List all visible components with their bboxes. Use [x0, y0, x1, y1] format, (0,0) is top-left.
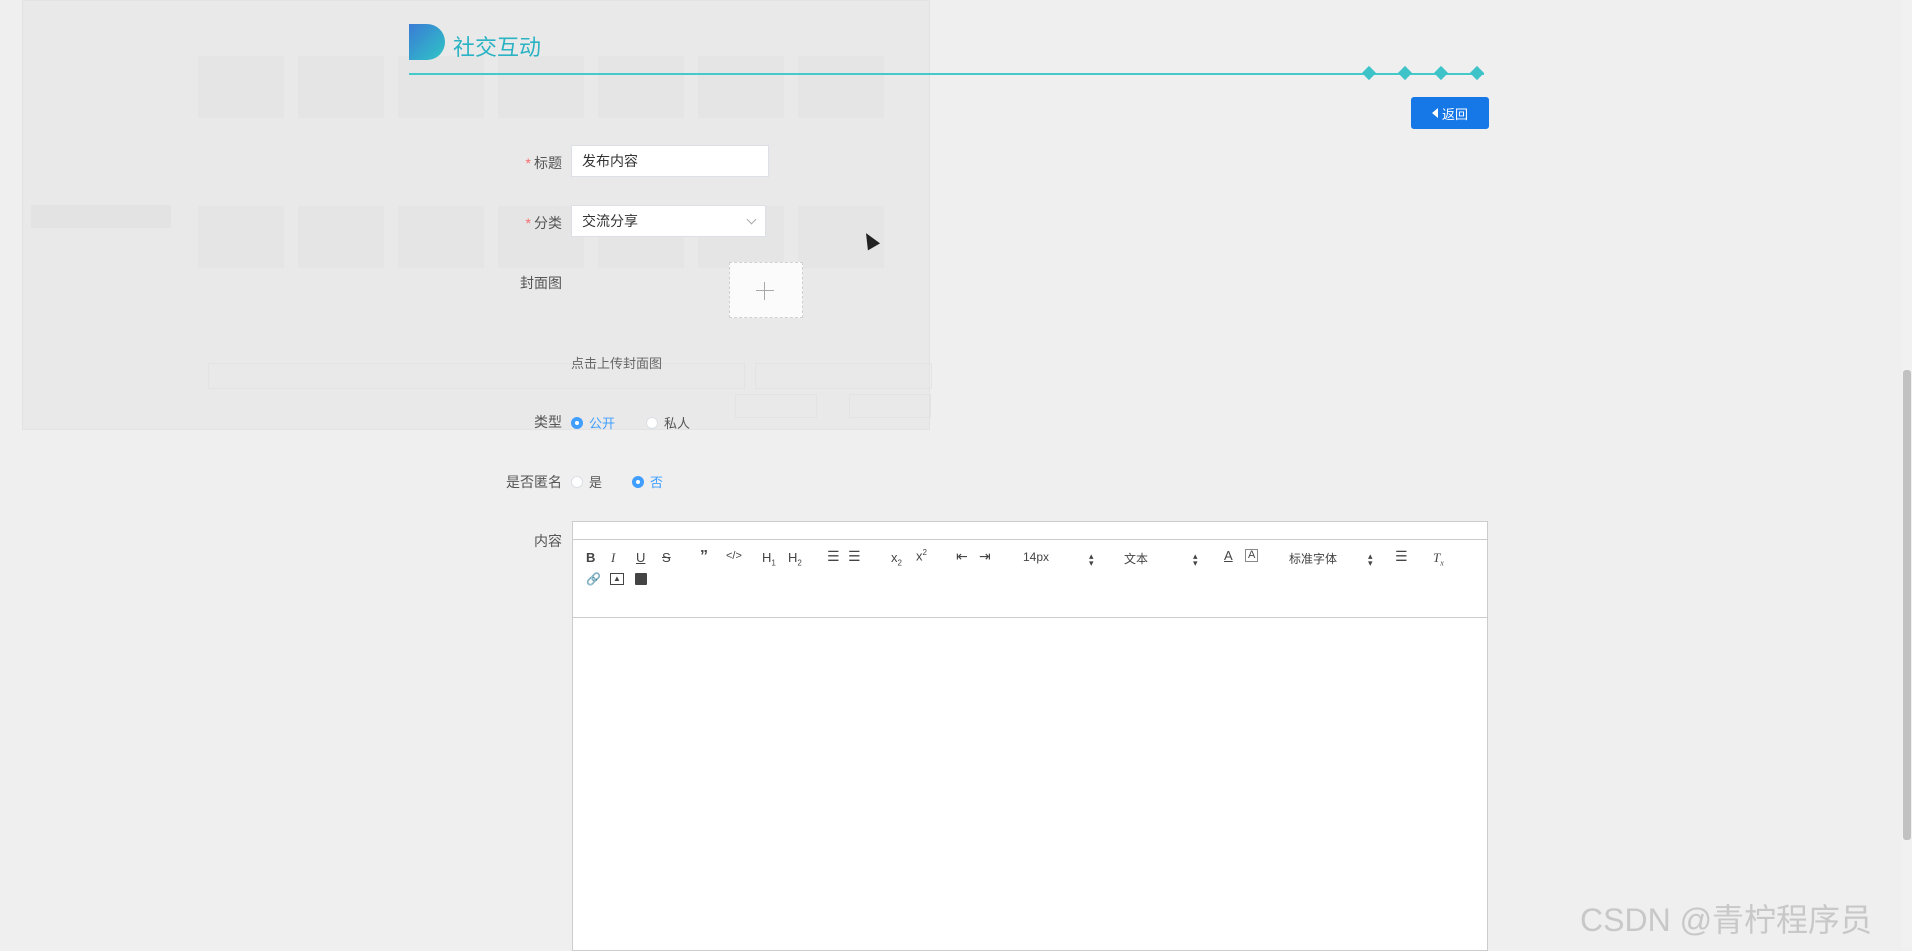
chevron-down-icon: [746, 214, 757, 225]
diamond-icon: [1397, 65, 1413, 81]
category-value: 交流分享: [582, 213, 638, 229]
diamond-icon: [1469, 65, 1485, 81]
plus-icon: [756, 282, 774, 300]
category-select[interactable]: 交流分享: [571, 205, 766, 237]
italic-icon[interactable]: I: [611, 550, 615, 566]
ghost-side-item: [31, 228, 171, 251]
scroll-thumb[interactable]: [1903, 370, 1911, 840]
cover-upload-hint[interactable]: 点击上传封面图: [571, 353, 662, 372]
heading2-icon[interactable]: H2: [788, 550, 802, 568]
type-option-private: 私人: [664, 416, 691, 431]
heading1-icon[interactable]: H1: [762, 550, 776, 568]
ghost-side-item: [31, 21, 171, 44]
ghost-tile: [293, 201, 389, 351]
content-label: 内容: [534, 533, 562, 549]
type-option-public: 公开: [589, 416, 616, 431]
updown-icon: ▴ ▾: [1089, 551, 1094, 568]
image-icon[interactable]: ▲: [610, 573, 624, 585]
updown-icon: ▴ ▾: [1193, 551, 1198, 568]
cover-uploader[interactable]: [729, 262, 803, 318]
radio-checked-icon: [571, 416, 583, 429]
anon-option-no: 否: [650, 475, 664, 490]
ghost-side-item: [31, 136, 171, 159]
page-scrollbar[interactable]: [1902, 0, 1912, 948]
superscript-icon[interactable]: x2: [916, 548, 927, 563]
underline-icon[interactable]: U: [636, 550, 645, 565]
ghost-sidebar: [31, 21, 171, 297]
updown-icon: ▴ ▾: [1368, 551, 1373, 568]
back-button[interactable]: 返回: [1411, 97, 1489, 129]
ghost-side-item: [31, 90, 171, 113]
type-label: 类型: [534, 414, 562, 430]
diamond-icon: [1361, 65, 1377, 81]
bullet-list-icon[interactable]: ☰: [848, 548, 861, 565]
subscript-icon[interactable]: x2: [891, 550, 902, 568]
ghost-side-item: [31, 251, 171, 274]
ghost-filename-box: [208, 363, 745, 389]
title-input[interactable]: 发布内容: [571, 145, 769, 177]
editor-toolbar: B I U S ” </> H1 H2 ☰ ☰ x2 x2 ⇤ ⇥ 14px ▴…: [573, 539, 1487, 618]
page-title: 社交互动: [453, 35, 542, 60]
ghost-side-item: [31, 205, 171, 228]
code-block-icon[interactable]: </>: [726, 550, 742, 562]
align-icon[interactable]: ☰: [1395, 548, 1408, 565]
editor-content-area[interactable]: [573, 618, 1487, 948]
blockquote-icon[interactable]: ”: [700, 548, 708, 566]
radio-unchecked-icon: [646, 416, 658, 429]
link-icon[interactable]: 🔗: [586, 572, 601, 586]
anon-radio-yes[interactable]: 是: [571, 472, 602, 491]
ghost-side-item: [31, 159, 171, 182]
radio-checked-icon: [632, 475, 644, 488]
watermark: CSDN @青柠程序员: [1580, 902, 1873, 938]
clear-format-icon[interactable]: Tx: [1433, 550, 1444, 568]
radio-unchecked-icon: [571, 475, 583, 488]
ghost-side-item: [31, 274, 171, 297]
title-label: * 标题: [525, 155, 562, 171]
ghost-cancel-button: [849, 394, 931, 418]
bold-icon[interactable]: B: [586, 550, 595, 565]
ghost-tile: [193, 51, 289, 201]
ghost-filter-box: [755, 363, 932, 389]
ordered-list-icon[interactable]: ☰: [827, 548, 840, 565]
anon-label: 是否匿名: [506, 474, 562, 490]
diamond-icon: [1433, 65, 1449, 81]
font-size-select[interactable]: 14px: [1023, 550, 1049, 564]
video-icon[interactable]: [635, 573, 647, 585]
ghost-tile: [293, 51, 389, 201]
cover-label: 封面图: [520, 275, 562, 291]
anon-radio-no[interactable]: 否: [632, 472, 663, 491]
indent-icon[interactable]: ⇥: [979, 548, 991, 565]
rich-text-editor[interactable]: B I U S ” </> H1 H2 ☰ ☰ x2 x2 ⇤ ⇥ 14px ▴…: [572, 521, 1488, 951]
anon-option-yes: 是: [589, 475, 603, 490]
back-button-label: 返回: [1441, 106, 1468, 122]
block-format-select[interactable]: 文本: [1124, 550, 1148, 567]
font-color-icon[interactable]: A: [1224, 548, 1233, 563]
ghost-side-item: [31, 182, 171, 205]
ghost-side-item: [31, 67, 171, 90]
background-color-icon[interactable]: A: [1245, 549, 1259, 562]
header-divider: [409, 73, 1484, 75]
strikethrough-icon[interactable]: S: [662, 550, 671, 565]
logo-icon: [409, 24, 445, 60]
ghost-tile: [193, 201, 289, 351]
ghost-tile: [393, 201, 489, 351]
background-file-dialog: [22, 0, 932, 430]
ghost-open-button: [735, 394, 817, 418]
font-family-select[interactable]: 标准字体: [1289, 550, 1337, 567]
type-radio-private[interactable]: 私人: [646, 413, 690, 432]
ghost-tile: [793, 201, 889, 351]
category-label: * 分类: [525, 215, 562, 231]
caret-left-icon: [1431, 108, 1438, 118]
ghost-side-item: [31, 113, 171, 136]
type-radio-public[interactable]: 公开: [571, 413, 615, 432]
outdent-icon[interactable]: ⇤: [956, 548, 968, 565]
ghost-side-item: [31, 44, 171, 67]
